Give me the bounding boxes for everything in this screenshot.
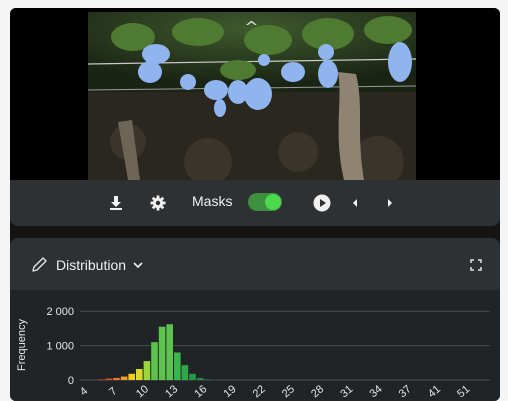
chevron-right-icon[interactable]	[379, 192, 401, 214]
histogram-bar[interactable]	[166, 324, 173, 380]
histogram-bar[interactable]	[204, 379, 211, 381]
y-tick-label: 1 000	[46, 341, 74, 353]
x-tick-label: 25	[280, 383, 297, 400]
x-tick-label: 28	[309, 383, 326, 400]
histogram-bar[interactable]	[136, 368, 143, 380]
toggle-knob	[265, 194, 281, 210]
y-tick-label: 2 000	[46, 306, 74, 318]
x-tick-label: 41	[426, 383, 443, 400]
x-tick-label: 31	[338, 383, 355, 400]
expand-icon[interactable]	[470, 258, 482, 276]
histogram-bar[interactable]	[143, 361, 151, 380]
y-axis-label: Frequency	[16, 319, 28, 371]
distribution-histogram: 2 000 1 000 0 4 7 10 13 16 19 22 25 28 31 34 37 41 51 F…	[16, 306, 490, 400]
download-icon[interactable]	[105, 192, 127, 214]
chevron-down-icon[interactable]	[132, 258, 144, 276]
app-window: ^ Masks Distribution 2 000 1 000 0 4 7 1…	[10, 8, 500, 401]
x-tick-label: 34	[368, 383, 385, 400]
pencil-icon[interactable]	[30, 256, 48, 279]
histogram-bar[interactable]	[189, 373, 196, 380]
panel-header: Distribution	[10, 238, 500, 290]
chevron-left-icon[interactable]	[344, 192, 366, 214]
histogram-bar[interactable]	[113, 377, 120, 380]
vineyard-image	[88, 12, 416, 180]
histogram-bar[interactable]	[151, 342, 158, 380]
y-tick-label: 0	[68, 375, 74, 387]
x-tick-label: 16	[192, 383, 209, 400]
x-tick-label: 19	[222, 383, 239, 400]
histogram-bar[interactable]	[196, 377, 204, 380]
x-tick-label: 51	[455, 383, 472, 400]
masks-toggle[interactable]	[248, 193, 282, 211]
play-circle-icon[interactable]	[311, 192, 333, 214]
x-tick-label: 13	[163, 383, 180, 400]
chevron-up-icon[interactable]: ^	[244, 20, 258, 35]
histogram-bar[interactable]	[98, 379, 105, 381]
gear-icon[interactable]	[147, 192, 169, 214]
distribution-panel: Distribution 2 000 1 000 0 4 7 10 13 16 19 22 25 2…	[10, 238, 500, 401]
viewer-toolbar: Masks	[10, 180, 500, 226]
masks-label: Masks	[192, 193, 233, 209]
x-tick-label: 10	[134, 383, 151, 400]
distribution-dropdown-label[interactable]: Distribution	[56, 257, 126, 273]
image-viewer: ^	[10, 8, 500, 180]
histogram-bar[interactable]	[174, 352, 181, 380]
x-tick-label: 22	[251, 383, 268, 400]
histogram-bar[interactable]	[158, 326, 166, 380]
x-tick-label: 37	[397, 383, 414, 400]
histogram-bar[interactable]	[181, 365, 189, 380]
x-tick-label: 4	[78, 385, 90, 398]
histogram-bar[interactable]	[120, 376, 128, 380]
x-tick-label: 7	[107, 385, 119, 398]
histogram-bar[interactable]	[128, 373, 135, 380]
histogram-bar[interactable]	[105, 378, 113, 380]
